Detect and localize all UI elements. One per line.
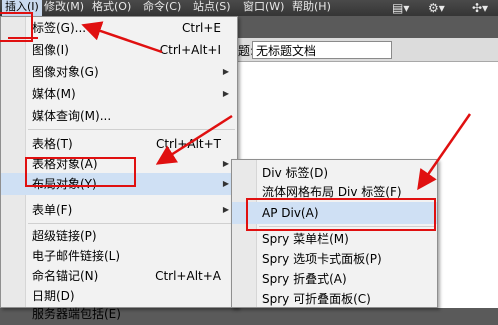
- menu-insert[interactable]: 插入(I): [2, 0, 42, 16]
- menu-item-label: 超级链接(P): [32, 229, 97, 243]
- menu-item-layout-objects[interactable]: 布局对象(Y) ▶: [1, 173, 237, 195]
- insert-menu: 标签(G)... Ctrl+E 图像(I) Ctrl+Alt+I 图像对象(G)…: [0, 16, 238, 321]
- menu-modify[interactable]: 修改(M): [44, 0, 84, 16]
- menu-item-label: Spry 选项卡式面板(P): [262, 252, 382, 266]
- title-input[interactable]: [252, 41, 392, 59]
- menu-bar: 插入(I) 修改(M) 格式(O) 命令(C) 站点(S) 窗口(W) 帮助(H…: [0, 0, 498, 16]
- menu-item-image-objects[interactable]: 图像对象(G) ▶: [1, 61, 237, 83]
- document-toolbar: 题:: [236, 38, 498, 62]
- menu-item-label: Spry 折叠式(A): [262, 272, 347, 286]
- menu-item-label: 电子邮件链接(L): [32, 249, 121, 263]
- menu-item-label: 布局对象(Y): [32, 177, 97, 191]
- menu-separator: [28, 223, 235, 224]
- submenu-item-ap-div[interactable]: AP Div(A): [232, 202, 437, 224]
- menu-item-table-objects[interactable]: 表格对象(A) ▶: [1, 153, 237, 175]
- menu-item-label: 媒体查询(M)...: [32, 109, 112, 123]
- menu-commands[interactable]: 命令(C): [143, 0, 181, 16]
- menu-item-media[interactable]: 媒体(M) ▶: [1, 83, 237, 105]
- menu-item-tag[interactable]: 标签(G)... Ctrl+E: [1, 17, 237, 39]
- gear-icon[interactable]: ⚙▾: [428, 1, 445, 15]
- menu-item-label: 命名锚记(N): [32, 269, 99, 283]
- menu-window[interactable]: 窗口(W): [243, 0, 284, 16]
- menu-item-image[interactable]: 图像(I) Ctrl+Alt+I: [1, 39, 237, 61]
- layout-icon[interactable]: ▤▾: [392, 1, 409, 15]
- menu-separator: [28, 129, 235, 130]
- menu-item-label: 表格对象(A): [32, 157, 98, 171]
- submenu-arrow-icon: ▶: [222, 205, 229, 214]
- menu-item-label: 服务器端包括(E): [32, 307, 121, 321]
- menu-item-table[interactable]: 表格(T) Ctrl+Alt+T: [1, 133, 237, 155]
- submenu-arrow-icon: ▶: [222, 67, 229, 76]
- submenu-item-spry-accordion[interactable]: Spry 折叠式(A): [232, 268, 437, 290]
- menu-site[interactable]: 站点(S): [193, 0, 231, 16]
- menu-format[interactable]: 格式(O): [92, 0, 131, 16]
- menu-item-named-anchor[interactable]: 命名锚记(N) Ctrl+Alt+A: [1, 265, 237, 287]
- menu-item-media-queries[interactable]: 媒体查询(M)...: [1, 105, 237, 127]
- menu-item-label: 表格(T): [32, 137, 73, 151]
- menu-item-hyperlink[interactable]: 超级链接(P): [1, 225, 237, 247]
- submenu-item-fluid-grid-div[interactable]: 流体网格布局 Div 标签(F): [232, 181, 437, 203]
- menu-item-label: 流体网格布局 Div 标签(F): [262, 185, 402, 199]
- menu-item-shortcut: Ctrl+Alt+A: [155, 269, 221, 283]
- submenu-arrow-icon: ▶: [222, 159, 229, 168]
- menu-item-server-side-include[interactable]: 服务器端包括(E): [1, 303, 237, 325]
- submenu-arrow-icon: ▶: [222, 179, 229, 188]
- submenu-item-spry-tabbed-panels[interactable]: Spry 选项卡式面板(P): [232, 248, 437, 270]
- menu-item-shortcut: Ctrl+Alt+I: [159, 43, 221, 57]
- menu-separator: [259, 226, 435, 227]
- submenu-arrow-icon: ▶: [222, 89, 229, 98]
- menu-item-label: 表单(F): [32, 203, 73, 217]
- menu-item-email-link[interactable]: 电子邮件链接(L): [1, 245, 237, 267]
- menu-help[interactable]: 帮助(H): [292, 0, 331, 16]
- submenu-item-spry-collapsible-panel[interactable]: Spry 可折叠面板(C): [232, 288, 437, 310]
- menu-item-shortcut: Ctrl+Alt+T: [155, 137, 221, 151]
- menu-item-shortcut: Ctrl+E: [182, 21, 221, 35]
- menu-item-label: Spry 菜单栏(M): [262, 232, 349, 246]
- menu-item-label: 图像(I): [32, 43, 69, 57]
- menu-item-label: 图像对象(G): [32, 65, 99, 79]
- menu-item-label: 媒体(M): [32, 87, 76, 101]
- submenu-item-spry-menu-bar[interactable]: Spry 菜单栏(M): [232, 228, 437, 250]
- menu-item-label: 标签(G)...: [32, 21, 87, 35]
- menu-item-form[interactable]: 表单(F) ▶: [1, 199, 237, 221]
- layout-objects-submenu: Div 标签(D) 流体网格布局 Div 标签(F) AP Div(A) Spr…: [231, 159, 438, 308]
- menu-item-label: Spry 可折叠面板(C): [262, 292, 371, 306]
- menu-item-label: AP Div(A): [262, 206, 319, 220]
- extensions-icon[interactable]: ✣▾: [472, 1, 488, 15]
